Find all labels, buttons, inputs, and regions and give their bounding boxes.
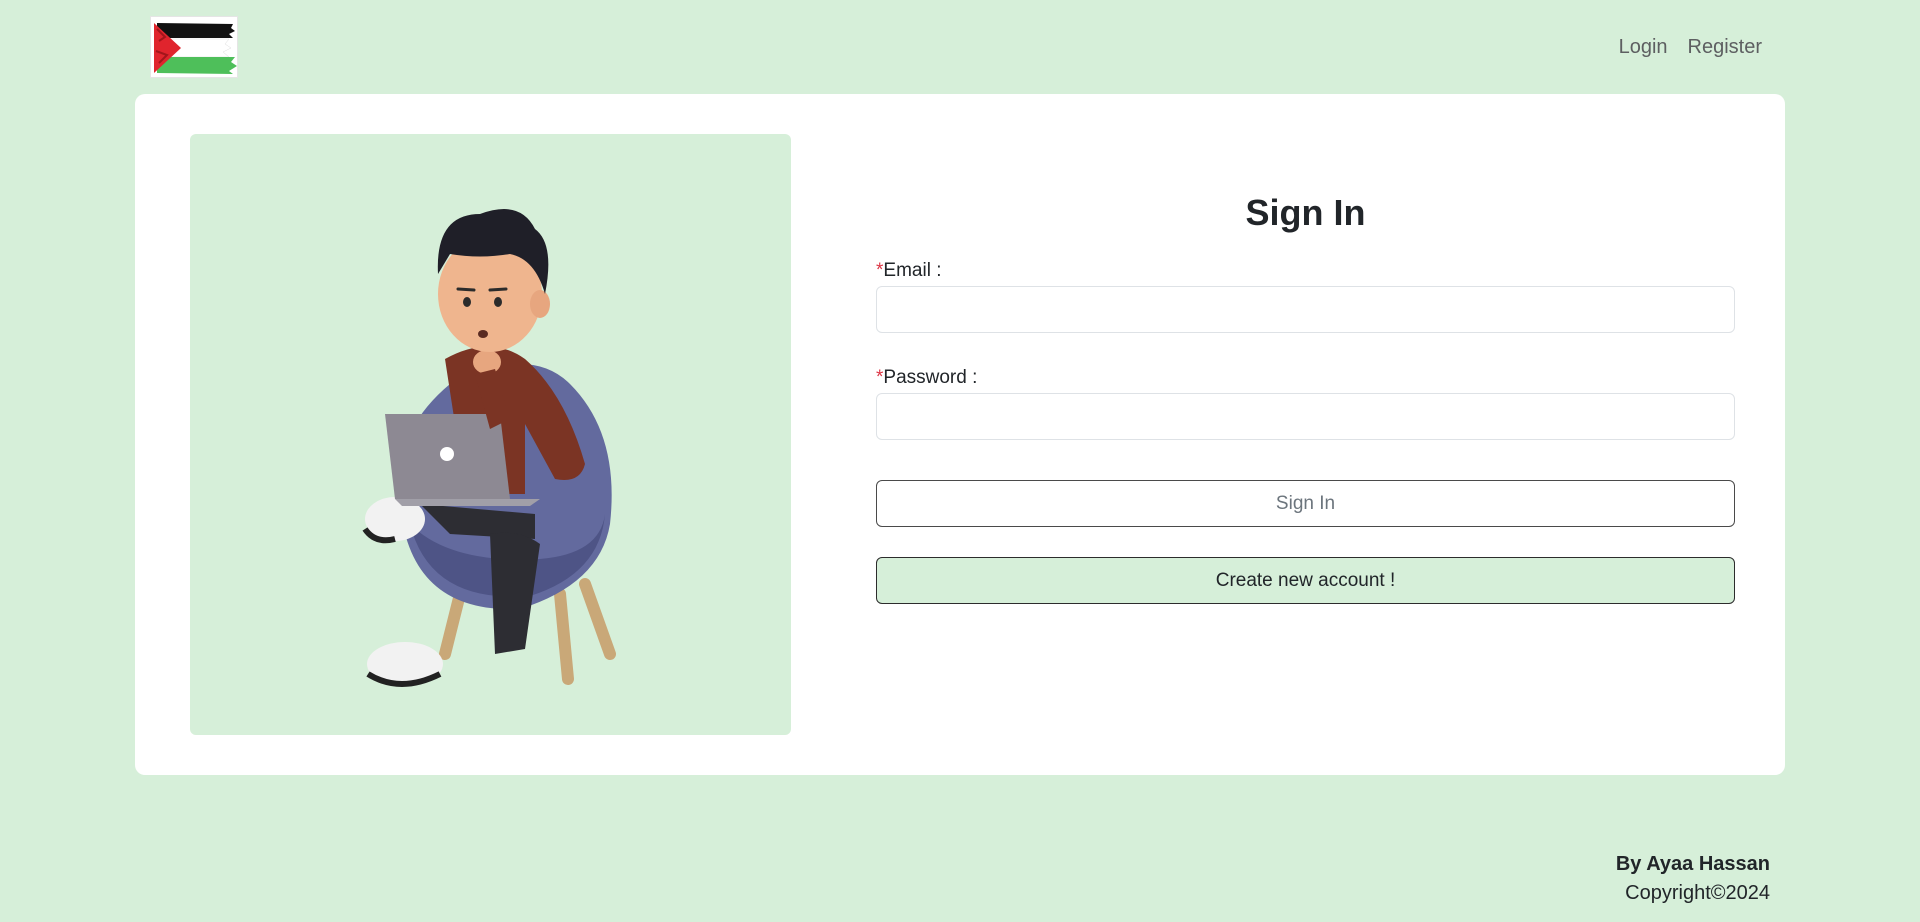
nav-links: Login Register xyxy=(1619,36,1762,59)
palestine-flag-icon xyxy=(151,17,237,77)
footer-author: By Ayaa Hassan xyxy=(1615,853,1770,875)
signin-card: Sign In *Email : *Password : Sign In Cre… xyxy=(135,94,1785,775)
illustration-panel xyxy=(190,134,791,735)
email-label-text: Email : xyxy=(883,260,942,281)
email-label: *Email : xyxy=(876,260,941,282)
nav-register-link[interactable]: Register xyxy=(1688,36,1762,59)
footer-copyright: Copyright©2024 xyxy=(1625,882,1770,904)
nav-login-link[interactable]: Login xyxy=(1619,36,1668,59)
navbar: Login Register xyxy=(0,0,1920,94)
signin-title: Sign In xyxy=(1245,192,1366,233)
password-label-text: Password : xyxy=(883,367,978,388)
signin-button[interactable]: Sign In xyxy=(876,480,1735,527)
create-account-button[interactable]: Create new account ! xyxy=(876,557,1735,604)
boy-on-chair-with-laptop-illustration xyxy=(362,209,616,687)
email-input[interactable] xyxy=(876,286,1735,333)
password-input[interactable] xyxy=(876,393,1735,440)
password-label: *Password : xyxy=(876,367,977,389)
footer: By Ayaa Hassan Copyright©2024 xyxy=(1616,853,1770,905)
palestine-flag-logo[interactable] xyxy=(150,16,238,78)
